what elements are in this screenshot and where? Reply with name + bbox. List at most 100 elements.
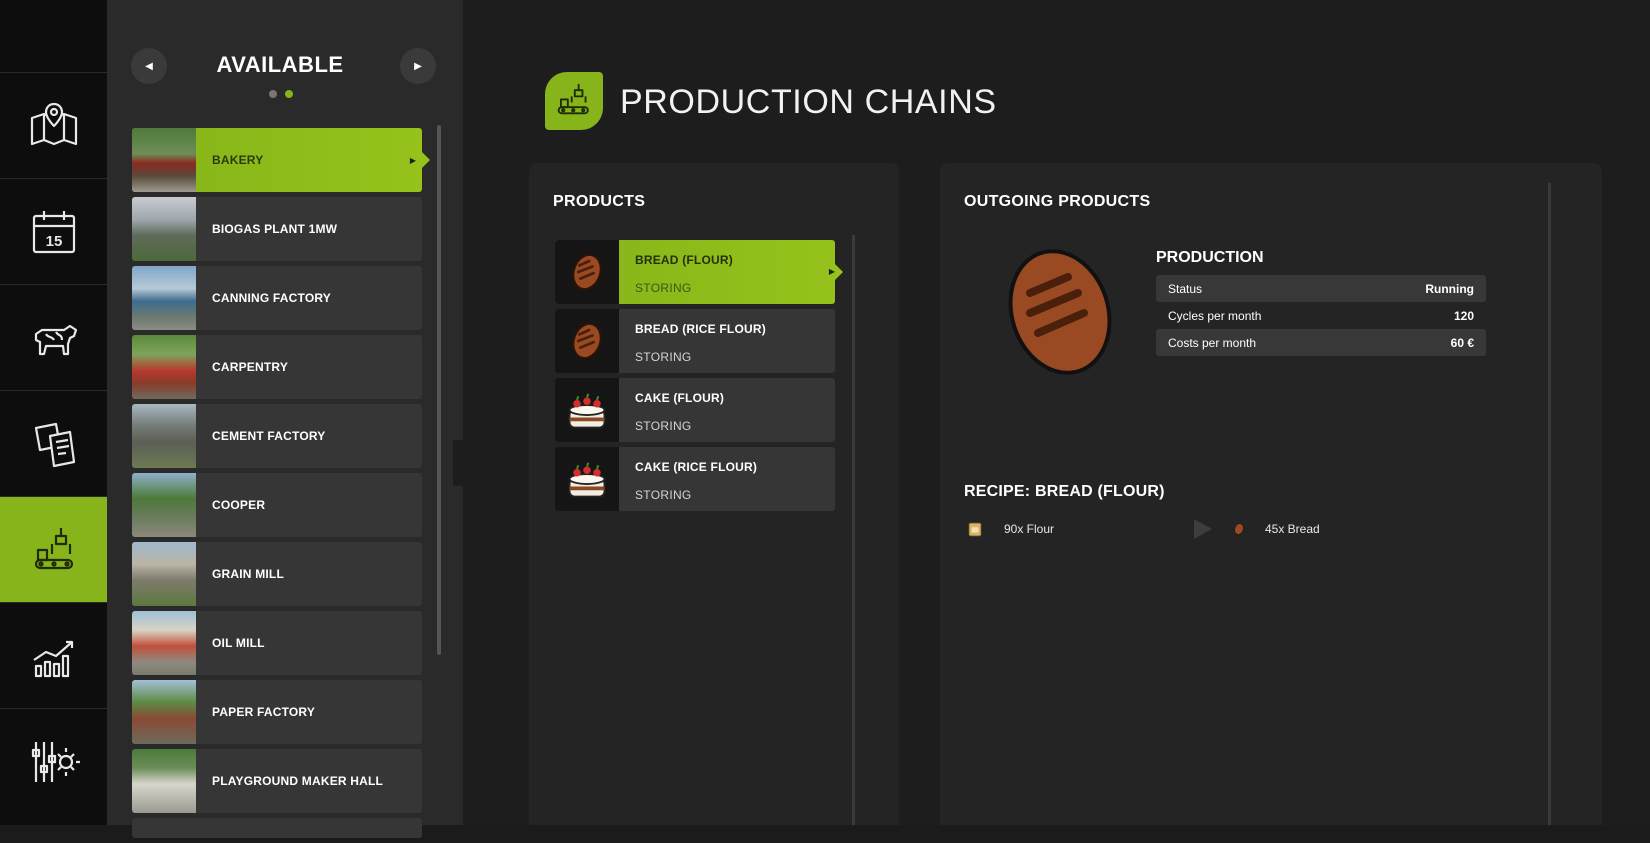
cement-thumbnail: [132, 404, 196, 468]
product-item-cake-flour[interactable]: CAKE (FLOUR) STORING: [555, 378, 835, 442]
available-panel: ◀ AVAILABLE ▶ BAKERY ▶ BIOGAS PLANT 1MW …: [107, 0, 481, 838]
rail-item-statistics[interactable]: [0, 602, 107, 708]
stat-row-cycles: Cycles per month 120: [1156, 302, 1486, 329]
stat-row-status: Status Running: [1156, 275, 1486, 302]
product-name: BREAD (FLOUR): [635, 253, 733, 267]
list-item-partial: [132, 818, 422, 838]
list-item-cooper[interactable]: COOPER: [132, 473, 422, 537]
statistics-icon: [32, 640, 73, 677]
list-item-label: CANNING FACTORY: [212, 291, 332, 305]
production-chains-icon: [545, 72, 603, 130]
stat-label: Costs per month: [1168, 335, 1257, 350]
bread-small-icon: [1232, 515, 1246, 543]
list-item-oil-mill[interactable]: OIL MILL: [132, 611, 422, 675]
calendar-day: 15: [45, 233, 62, 250]
outgoing-title: OUTGOING PRODUCTS: [964, 193, 1151, 210]
product-status: STORING: [635, 488, 692, 502]
stat-value: 60 €: [1450, 335, 1474, 350]
list-item-grain-mill[interactable]: GRAIN MILL: [132, 542, 422, 606]
caret-arrow-icon: ▶: [828, 267, 835, 276]
stat-value: Running: [1425, 281, 1474, 296]
product-name: CAKE (FLOUR): [635, 391, 725, 405]
list-item-carpentry[interactable]: CARPENTRY: [132, 335, 422, 399]
biogas-thumbnail: [132, 197, 196, 261]
bread-large-icon: [1008, 249, 1112, 375]
recipe-row: 90x Flour 45x Bread: [964, 515, 1384, 543]
list-item-label: PAPER FACTORY: [212, 705, 316, 719]
recipe-title: RECIPE: BREAD (FLOUR): [964, 483, 1165, 500]
main-area: PRODUCTION CHAINS PRODUCTS BREAD (FLOUR)…: [463, 0, 1650, 825]
stat-value: 120: [1453, 308, 1474, 323]
selected-caret: [420, 150, 430, 170]
rail-item-production[interactable]: [0, 496, 115, 602]
outgoing-products-panel: OUTGOING PRODUCTS PRODUCTION Status Runn…: [940, 163, 1602, 825]
product-item-bread-flour[interactable]: BREAD (FLOUR) STORING ▶: [555, 240, 843, 304]
available-header: ◀ AVAILABLE ▶: [107, 44, 463, 134]
list-item-label: BAKERY: [212, 153, 264, 167]
rail-item-settings[interactable]: [0, 708, 107, 814]
page-title: PRODUCTION CHAINS: [620, 83, 997, 121]
recipe-input: 90x Flour: [1004, 522, 1055, 536]
page-dots: [269, 90, 293, 98]
list-item-cement-factory[interactable]: CEMENT FACTORY: [132, 404, 422, 468]
list-item-canning-factory[interactable]: CANNING FACTORY: [132, 266, 422, 330]
bakery-thumbnail: [132, 128, 196, 192]
stat-label: Cycles per month: [1168, 308, 1262, 323]
recipe-arrow-icon: [1190, 515, 1214, 543]
products-panel: PRODUCTS BREAD (FLOUR) STORING ▶ BREAD (…: [529, 163, 899, 825]
flour-icon: [968, 515, 982, 543]
list-item-label: PLAYGROUND MAKER HALL: [212, 774, 384, 788]
list-item-label: CEMENT FACTORY: [212, 429, 326, 443]
product-item-cake-rice-flour[interactable]: CAKE (RICE FLOUR) STORING: [555, 447, 835, 511]
playground-thumbnail: [132, 749, 196, 813]
settings-icon: [31, 741, 80, 782]
caret-arrow-icon: ▶: [409, 156, 416, 165]
list-item-label: COOPER: [212, 498, 266, 512]
cooper-thumbnail: [132, 473, 196, 537]
prev-page-button[interactable]: ◀: [131, 48, 167, 84]
list-scrollbar[interactable]: [437, 125, 441, 655]
product-item-bread-rice-flour[interactable]: BREAD (RICE FLOUR) STORING: [555, 309, 835, 373]
production-icon: [34, 527, 73, 569]
carpentry-thumbnail: [132, 335, 196, 399]
products-scrollbar[interactable]: [852, 235, 855, 825]
cow-icon: [34, 324, 77, 355]
product-status: STORING: [635, 281, 692, 295]
list-item-bakery[interactable]: BAKERY ▶: [132, 128, 430, 192]
map-icon: [30, 102, 77, 145]
production-title: PRODUCTION: [1156, 249, 1264, 266]
rail-top-blank: [0, 0, 107, 72]
list-item-biogas-plant[interactable]: BIOGAS PLANT 1MW: [132, 197, 422, 261]
product-status: STORING: [635, 419, 692, 433]
rail-item-animals[interactable]: [0, 284, 107, 390]
list-item-label: OIL MILL: [212, 636, 265, 650]
product-name: BREAD (RICE FLOUR): [635, 322, 766, 336]
rail-item-contracts[interactable]: [0, 390, 107, 496]
bread-icon: [555, 309, 619, 373]
product-status: STORING: [635, 350, 692, 364]
outgoing-scrollbar[interactable]: [1548, 183, 1551, 825]
products-title: PRODUCTS: [553, 193, 646, 210]
list-item-label: BIOGAS PLANT 1MW: [212, 222, 338, 236]
list-item-label: GRAIN MILL: [212, 567, 284, 581]
list-item-playground-maker-hall[interactable]: PLAYGROUND MAKER HALL: [132, 749, 422, 813]
calendar-icon: 15: [32, 210, 75, 253]
stat-row-costs: Costs per month 60 €: [1156, 329, 1486, 356]
cake-icon: [555, 378, 619, 442]
contracts-icon: [34, 422, 75, 467]
available-title: AVAILABLE: [216, 52, 344, 77]
recipe-output: 45x Bread: [1265, 522, 1320, 536]
next-page-button[interactable]: ▶: [400, 48, 436, 84]
production-stats: Status Running Cycles per month 120 Cost…: [1156, 275, 1486, 356]
bread-icon: [555, 240, 619, 304]
canning-thumbnail: [132, 266, 196, 330]
rail-item-calendar[interactable]: 15: [0, 178, 107, 284]
main-menu-rail: 15: [0, 0, 115, 825]
rail-item-map[interactable]: [0, 72, 107, 178]
oil-mill-thumbnail: [132, 611, 196, 675]
products-list: BREAD (FLOUR) STORING ▶ BREAD (RICE FLOU…: [555, 240, 843, 516]
page-dot-active[interactable]: [285, 90, 293, 98]
list-item-paper-factory[interactable]: PAPER FACTORY: [132, 680, 422, 744]
paper-factory-thumbnail: [132, 680, 196, 744]
page-dot[interactable]: [269, 90, 277, 98]
